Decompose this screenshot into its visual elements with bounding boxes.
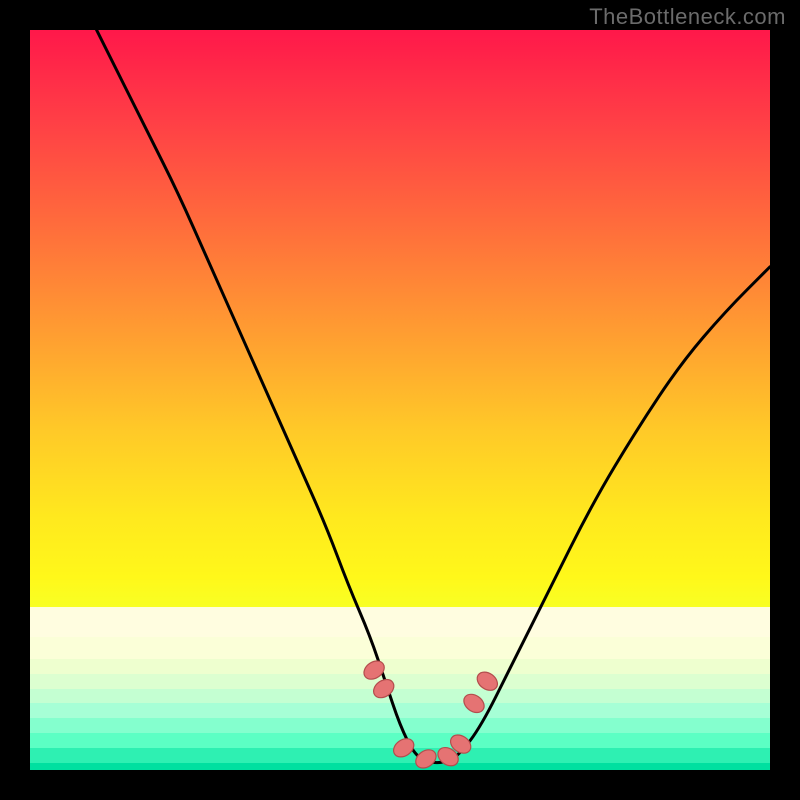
- gradient-band: [30, 718, 770, 733]
- plot-area: [30, 30, 770, 770]
- gradient-band: [30, 689, 770, 704]
- gradient-band: [30, 659, 770, 674]
- watermark-text: TheBottleneck.com: [589, 4, 786, 30]
- gradient-band: [30, 733, 770, 748]
- gradient-band: [30, 703, 770, 718]
- gradient-band: [30, 637, 770, 659]
- gradient-band: [30, 607, 770, 637]
- gradient-band: [30, 674, 770, 689]
- gradient-band: [30, 748, 770, 763]
- gradient-bands: [30, 607, 770, 770]
- chart-frame: TheBottleneck.com: [0, 0, 800, 800]
- gradient-band: [30, 763, 770, 770]
